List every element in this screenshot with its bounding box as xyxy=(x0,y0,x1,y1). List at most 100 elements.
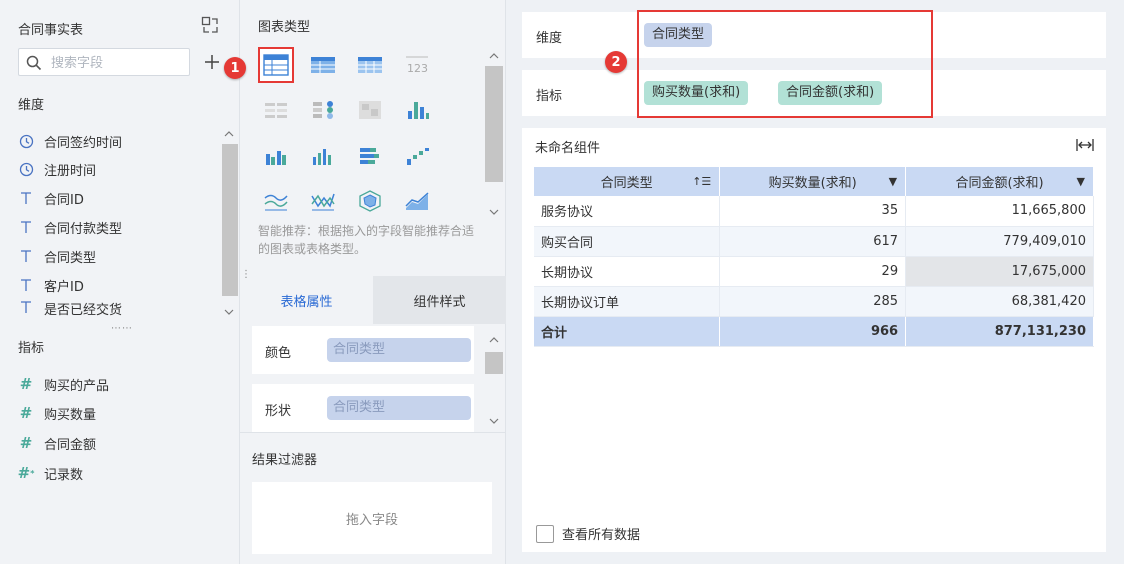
table-cell[interactable]: 长期协议 xyxy=(534,256,721,287)
table-cell[interactable]: 17,675,000 xyxy=(905,256,1094,287)
chart-type-icon[interactable] xyxy=(305,183,341,219)
table-row: 长期协议订单 285 68,381,420 xyxy=(534,286,1094,317)
scroll-up-icon[interactable] xyxy=(224,130,234,138)
field-label: 合同付款类型 xyxy=(44,221,123,237)
chart-type-icon[interactable] xyxy=(305,138,341,174)
chart-type-icon[interactable] xyxy=(352,92,388,128)
text-type-icon xyxy=(18,299,34,315)
group-table-type-icon[interactable] xyxy=(305,47,341,83)
table-cell[interactable]: 11,665,800 xyxy=(905,196,1094,227)
scroll-up-icon[interactable] xyxy=(489,336,499,344)
dimension-chip[interactable]: 合同类型 xyxy=(644,23,713,47)
dimension-field-item[interactable]: 是否已经交货 xyxy=(18,299,122,319)
scroll-down-icon[interactable] xyxy=(489,417,499,425)
chart-type-icon[interactable] xyxy=(399,138,435,174)
panel-splitter-handle[interactable]: ⋮ xyxy=(241,270,251,280)
table-cell[interactable]: 购买合同 xyxy=(534,226,721,257)
field-label: 合同类型 xyxy=(44,250,97,266)
hash-icon: # xyxy=(19,375,33,393)
chart-type-icon[interactable] xyxy=(258,92,294,128)
fit-width-icon[interactable] xyxy=(1076,138,1094,152)
measure-chip[interactable]: 合同金额(求和) xyxy=(778,81,883,105)
chart-type-icon[interactable] xyxy=(305,92,341,128)
table-cell[interactable]: 29 xyxy=(719,256,907,287)
tab-component-style[interactable]: 组件样式 xyxy=(373,276,506,324)
chart-type-icon[interactable] xyxy=(399,92,435,128)
dimension-field-item[interactable]: 合同ID xyxy=(18,184,84,212)
measure-field-item[interactable]: # * 记录数 xyxy=(18,459,83,487)
shape-property-card: 形状 合同类型 xyxy=(252,384,474,432)
shape-field-dropzone[interactable]: 合同类型 xyxy=(327,396,471,420)
detail-table-type-icon[interactable] xyxy=(352,47,388,83)
column-header[interactable]: 合同类型 ↑☰ xyxy=(534,167,721,196)
scrollbar-thumb[interactable] xyxy=(222,144,238,296)
table-cell[interactable]: 285 xyxy=(719,286,907,317)
table-row: 服务协议 35 11,665,800 xyxy=(534,196,1094,227)
table-cell[interactable]: 35 xyxy=(719,196,907,227)
kpi-number-type-icon[interactable]: 123 xyxy=(399,47,435,83)
tab-table-properties[interactable]: 表格属性 xyxy=(240,276,373,324)
scrollbar-thumb[interactable] xyxy=(485,66,503,182)
dimension-field-item[interactable]: 合同签约时间 xyxy=(18,127,122,155)
table-cell[interactable]: 779,409,010 xyxy=(905,226,1094,257)
color-label: 颜色 xyxy=(265,346,292,361)
dimension-field-item[interactable]: 合同类型 xyxy=(18,242,96,270)
chart-type-icon[interactable] xyxy=(352,138,388,174)
color-field-dropzone[interactable]: 合同类型 xyxy=(327,338,471,362)
radar-chart-type-icon[interactable] xyxy=(352,183,388,219)
table-cell[interactable]: 长期协议订单 xyxy=(534,286,721,317)
chart-type-icon[interactable] xyxy=(258,138,294,174)
dimension-field-item[interactable]: 合同付款类型 xyxy=(18,213,122,241)
dropdown-triangle-icon[interactable]: ▼ xyxy=(889,175,897,188)
view-all-label: 查看所有数据 xyxy=(562,528,641,543)
view-all-checkbox[interactable] xyxy=(536,524,554,543)
field-label: 客户ID xyxy=(44,279,84,295)
scroll-up-icon[interactable] xyxy=(489,52,499,60)
table-cell[interactable]: 966 xyxy=(719,316,907,347)
dimension-field-item[interactable]: 客户ID xyxy=(18,271,84,299)
field-label: 是否已经交货 xyxy=(44,303,123,318)
text-type-icon xyxy=(18,248,34,264)
sort-icon[interactable]: ↑☰ xyxy=(692,175,711,188)
table-cell[interactable]: 68,381,420 xyxy=(905,286,1094,317)
total-row: 合计 966 877,131,230 xyxy=(534,316,1094,347)
text-type-icon xyxy=(18,219,34,235)
add-field-icon[interactable] xyxy=(203,53,221,71)
column-header[interactable]: 购买数量(求和) ▼ xyxy=(719,167,907,196)
scroll-down-icon[interactable] xyxy=(489,208,499,216)
table-cell[interactable]: 877,131,230 xyxy=(905,316,1094,347)
hash-icon: # xyxy=(19,404,33,422)
measure-chip[interactable]: 购买数量(求和) xyxy=(644,81,749,105)
chart-type-icon[interactable] xyxy=(258,183,294,219)
dropdown-triangle-icon[interactable]: ▼ xyxy=(1077,175,1085,188)
field-label: 合同签约时间 xyxy=(44,135,123,151)
panel-splitter-handle[interactable]: ⋯⋯ xyxy=(111,323,133,334)
measure-shelf-label: 指标 xyxy=(536,89,563,104)
table-cell[interactable]: 服务协议 xyxy=(534,196,721,227)
widget-title[interactable]: 未命名组件 xyxy=(535,137,600,156)
chart-type-scrollbar[interactable] xyxy=(484,46,504,222)
annotation-badge-1: 1 xyxy=(224,57,246,79)
field-search-input[interactable] xyxy=(51,53,185,73)
property-scrollbar[interactable] xyxy=(484,330,504,430)
result-filter-dropzone[interactable]: 拖入字段 xyxy=(252,482,492,554)
property-tabs: 表格属性 组件样式 xyxy=(240,276,506,324)
measure-field-item[interactable]: # 合同金额 xyxy=(18,429,96,457)
area-chart-type-icon[interactable] xyxy=(399,183,435,219)
column-header[interactable]: 合同金额(求和) ▼ xyxy=(905,167,1094,196)
dimension-shelf-label: 维度 xyxy=(536,31,563,46)
switch-dataset-icon[interactable] xyxy=(201,16,219,34)
measure-field-item[interactable]: # 购买数量 xyxy=(18,399,96,427)
dimension-field-item[interactable]: 注册时间 xyxy=(18,155,96,183)
cross-table-type-icon[interactable] xyxy=(258,47,294,83)
measure-field-item[interactable]: # 购买的产品 xyxy=(18,370,109,398)
scrollbar-thumb[interactable] xyxy=(485,352,503,374)
table-row: 购买合同 617 779,409,010 xyxy=(534,226,1094,257)
table-cell[interactable]: 617 xyxy=(719,226,907,257)
dimension-scrollbar[interactable] xyxy=(220,126,238,320)
view-all-data-toggle[interactable]: 查看所有数据 xyxy=(536,524,640,543)
chart-type-title: 图表类型 xyxy=(258,20,311,35)
table-cell[interactable]: 合计 xyxy=(534,316,721,347)
dimension-shelf: 维度 合同类型 xyxy=(522,12,1106,58)
scroll-down-icon[interactable] xyxy=(224,308,234,316)
